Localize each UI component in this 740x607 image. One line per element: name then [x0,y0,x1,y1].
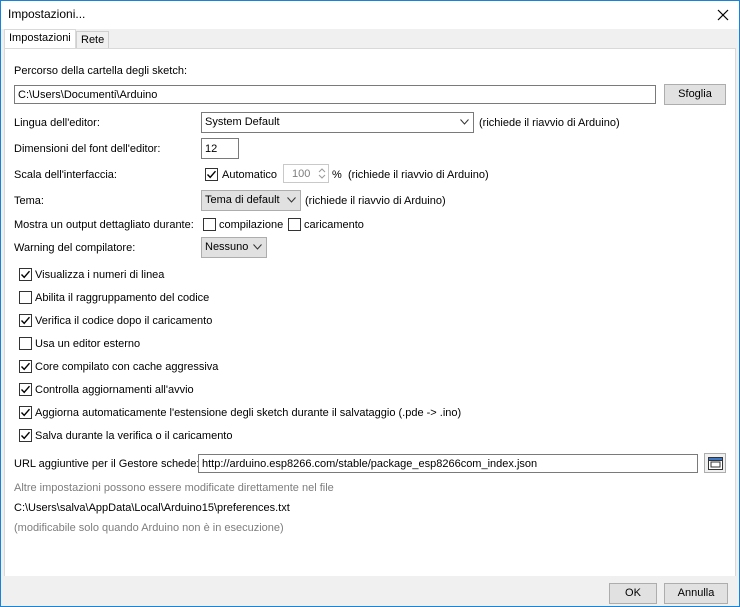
preferences-window: Impostazioni... Impostazioni Rete Percor… [0,0,740,607]
preferences-file-path: C:\Users\salva\AppData\Local\Arduino15\p… [14,502,290,514]
spinner-arrows-icon [318,168,326,179]
theme-label: Tema: [14,195,44,207]
interface-scale-note: (richiede il riavvio di Arduino) [348,169,489,181]
option-line-numbers-checkbox[interactable] [19,268,32,281]
auto-scale-label: Automatico [222,169,278,181]
info-line-3: (modificabile solo quando Arduino non è … [14,522,284,534]
theme-value: Tema di default [205,194,280,206]
checkmark-icon [206,170,217,179]
option-code-folding-checkbox[interactable] [19,291,32,304]
chevron-down-icon [287,197,296,203]
option-save-on-verify-checkbox[interactable] [19,429,32,442]
option-aggressive-cache-label: Core compilato con cache aggressiva [35,361,219,373]
option-verify-upload-label: Verifica il codice dopo il caricamento [35,315,213,327]
edit-urls-button[interactable] [704,453,726,473]
checkmark-icon [20,385,31,394]
boards-url-label: URL aggiuntive per il Gestore schede: [14,458,200,470]
close-icon [717,9,729,21]
option-check-updates-label: Controlla aggiornamenti all'avvio [35,384,194,396]
option-aggressive-cache-checkbox[interactable] [19,360,32,373]
dialog-footer: OK Annulla [1,576,739,606]
interface-scale-label: Scala dell'interfaccia: [14,169,117,181]
scale-unit: % [332,169,342,181]
warnings-select[interactable]: Nessuno [201,237,267,258]
verbose-label: Mostra un output dettagliato durante: [14,219,194,231]
font-size-label: Dimensioni del font dell'editor: [14,143,161,155]
tab-impostazioni[interactable]: Impostazioni [4,29,76,49]
sketchbook-path-input[interactable]: C:\Users\Documenti\Arduino [14,85,656,104]
editor-language-note: (richiede il riavvio di Arduino) [479,117,620,129]
checkmark-icon [20,270,31,279]
theme-select[interactable]: Tema di default [201,190,301,211]
verbose-compile-checkbox[interactable] [203,218,216,231]
editor-language-select[interactable]: System Default [201,112,474,133]
auto-scale-checkbox[interactable] [205,168,218,181]
sketchbook-label: Percorso della cartella degli sketch: [14,65,188,77]
option-external-editor-checkbox[interactable] [19,337,32,350]
editor-language-label: Lingua dell'editor: [14,117,100,129]
window-list-icon [708,457,723,470]
info-line-1: Altre impostazioni possono essere modifi… [14,482,334,494]
option-save-on-verify-label: Salva durante la verifica o il caricamen… [35,430,233,442]
editor-language-value: System Default [205,116,280,128]
option-external-editor-label: Usa un editor esterno [35,338,141,350]
settings-panel: Percorso della cartella degli sketch: C:… [4,48,736,578]
verbose-compile-label: compilazione [219,219,284,231]
scale-spinner[interactable]: 100 [283,164,329,183]
option-update-extension-label: Aggiorna automaticamente l'estensione de… [35,407,462,419]
option-update-extension-checkbox[interactable] [19,406,32,419]
browse-button[interactable]: Sfoglia [664,84,726,105]
cancel-button[interactable]: Annulla [664,583,728,604]
scale-value: 100 [292,168,311,180]
checkmark-icon [20,316,31,325]
tab-rete[interactable]: Rete [76,31,110,49]
chevron-down-icon [460,119,469,125]
title-bar: Impostazioni... [1,1,739,29]
warnings-value: Nessuno [205,241,249,253]
chevron-down-icon [253,244,262,250]
checkmark-icon [20,362,31,371]
tab-strip: Impostazioni Rete [1,29,739,49]
option-line-numbers-label: Visualizza i numeri di linea [35,269,165,281]
verbose-upload-checkbox[interactable] [288,218,301,231]
verbose-upload-label: caricamento [304,219,364,231]
option-code-folding-label: Abilita il raggruppamento del codice [35,292,210,304]
checkmark-icon [20,431,31,440]
theme-note: (richiede il riavvio di Arduino) [305,195,446,207]
font-size-input[interactable]: 12 [201,138,239,159]
boards-url-input[interactable]: http://arduino.esp8266.com/stable/packag… [198,454,698,473]
checkmark-icon [20,408,31,417]
close-button[interactable] [711,4,735,26]
window-title: Impostazioni... [8,7,86,21]
option-verify-upload-checkbox[interactable] [19,314,32,327]
warnings-label: Warning del compilatore: [14,242,136,254]
option-check-updates-checkbox[interactable] [19,383,32,396]
ok-button[interactable]: OK [609,583,657,604]
